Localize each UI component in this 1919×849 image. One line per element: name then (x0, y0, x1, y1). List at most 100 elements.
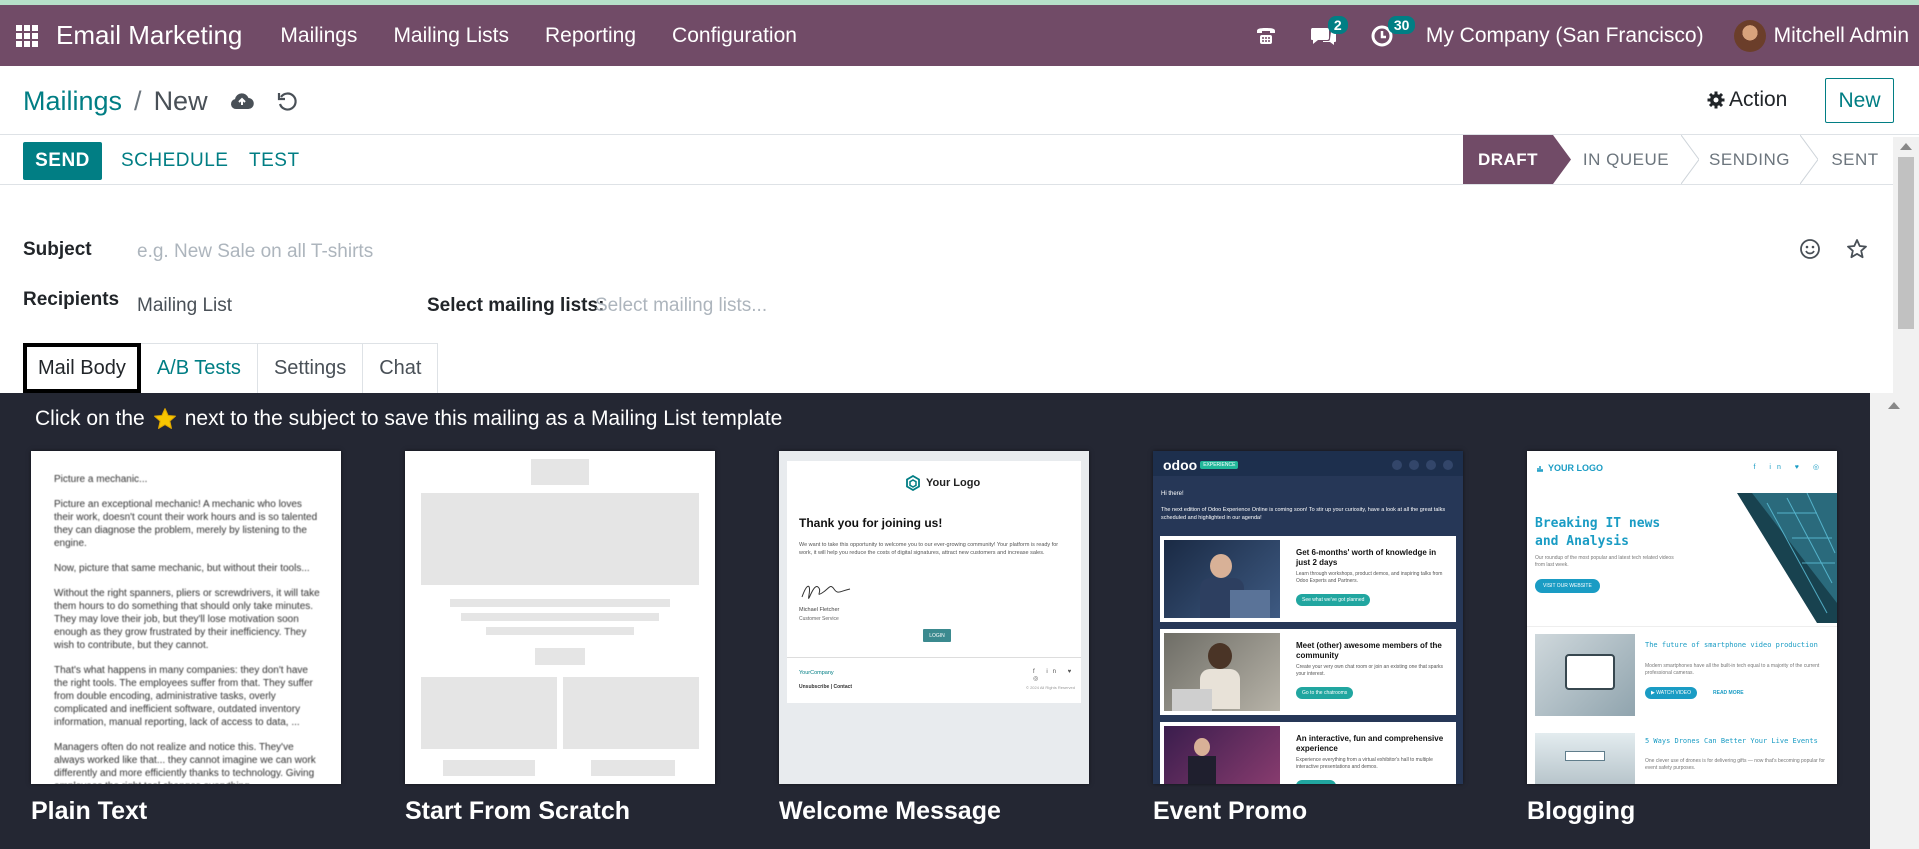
welcome-footer-copy: © 2024 All Rights Reserved (1026, 685, 1075, 690)
preview-paragraph: Now, picture that same mechanic, but wit… (54, 563, 310, 574)
template-name-start-from-scratch[interactable]: Start From Scratch (405, 797, 630, 826)
breadcrumb-current: New (153, 86, 208, 116)
page-scrollbar[interactable] (1893, 137, 1919, 393)
save-cloud-icon[interactable] (230, 92, 254, 112)
mailing-lists-input[interactable]: Select mailing lists... (595, 295, 767, 317)
user-name: Mitchell Admin (1773, 23, 1909, 47)
stage-in-queue-label: IN QUEUE (1582, 149, 1670, 169)
event-card-title: An interactive, fun and comprehensive ex… (1296, 734, 1444, 753)
stage-draft[interactable]: DRAFT (1463, 135, 1571, 184)
preview-paragraph: Without the right spanners, pliers or sc… (54, 588, 320, 651)
tab-chat[interactable]: Chat (363, 343, 439, 393)
preview-paragraph: That's what happens in many companies: t… (54, 665, 313, 728)
welcome-logo-text: Your Logo (926, 477, 981, 489)
event-logo-tag: EXPERIENCE (1200, 461, 1239, 469)
plain-text-preview: Picture a mechanic... Picture an excepti… (54, 473, 321, 784)
event-card-button (1296, 780, 1336, 784)
event-card-text: Experience everything from a virtual exh… (1296, 757, 1433, 770)
event-intro: The next edition of Odoo Experience Onli… (1161, 507, 1446, 521)
blog-article-text: Modern smartphones have all the built-in… (1645, 663, 1820, 676)
event-card-button: See what we've got planned (1296, 594, 1371, 606)
body-scrollbar[interactable] (1870, 393, 1919, 849)
breadcrumb-mailings[interactable]: Mailings (23, 86, 122, 117)
blog-watch-video-button: ▶ WATCH VIDEO (1645, 687, 1697, 699)
menu-mailing-lists[interactable]: Mailing Lists (375, 24, 527, 48)
signature-icon (801, 585, 851, 599)
event-greeting: Hi there! (1161, 491, 1184, 497)
tab-ab-tests[interactable]: A/B Tests (140, 343, 258, 393)
event-card-text: Create your very own chat room or join a… (1296, 664, 1444, 677)
blog-article-text: One clever use of drones is for deliveri… (1645, 758, 1825, 771)
blog-read-more: READ MORE (1713, 690, 1744, 696)
menu-mailings[interactable]: Mailings (262, 24, 375, 48)
subject-input[interactable]: e.g. New Sale on all T-shirts (137, 241, 1737, 263)
app-name[interactable]: Email Marketing (56, 20, 242, 51)
preview-paragraph: Picture an exceptional mechanic! A mecha… (54, 499, 318, 549)
recipients-label: Recipients (23, 289, 120, 310)
blog-article-title: The future of smartphone video productio… (1645, 641, 1818, 649)
template-name-event-promo[interactable]: Event Promo (1153, 797, 1307, 826)
messages-badge: 2 (1327, 15, 1348, 34)
send-button[interactable]: SEND (23, 142, 102, 180)
user-menu[interactable]: Mitchell Admin (1733, 19, 1909, 52)
template-hint: Click on the next to the subject to save… (35, 407, 782, 431)
test-button[interactable]: TEST (249, 142, 300, 180)
company-switcher[interactable]: My Company (San Francisco) (1426, 24, 1704, 48)
star-icon[interactable] (1846, 238, 1868, 265)
blog-logo-text: YOUR LOGO (1548, 463, 1604, 473)
blog-visit-button: VISIT OUR WEBSITE (1535, 579, 1600, 593)
tab-settings[interactable]: Settings (257, 343, 364, 393)
template-event-promo[interactable]: odoo EXPERIENCE Hi there! The next editi… (1153, 451, 1463, 784)
logo-icon (906, 475, 920, 491)
menu-configuration[interactable]: Configuration (654, 24, 815, 48)
blog-subtext: Our roundup of the most popular and late… (1535, 555, 1674, 568)
stage-sent-label: SENT (1831, 149, 1879, 169)
action-button[interactable]: Action (1707, 88, 1787, 112)
welcome-footer-company: YourCompany (799, 670, 834, 676)
emoji-icon[interactable] (1799, 238, 1821, 265)
welcome-footer-links: Unsubscribe | Contact (799, 684, 853, 690)
template-welcome-message[interactable]: Your Logo Thank you for joining us! We w… (779, 451, 1089, 784)
event-social-icons (1392, 460, 1453, 470)
activities-icon[interactable]: 30 (1370, 15, 1416, 48)
blog-hero-image (1737, 493, 1837, 623)
template-plain-text[interactable]: Picture a mechanic... Picture an excepti… (31, 451, 341, 784)
stage-in-queue[interactable]: IN QUEUE (1553, 135, 1699, 184)
tab-mail-body[interactable]: Mail Body (23, 343, 141, 393)
template-name-blogging[interactable]: Blogging (1527, 797, 1635, 826)
welcome-body: We want to take this opportunity to welc… (799, 542, 1059, 556)
discard-undo-icon[interactable] (276, 91, 298, 113)
event-card-text: Learn through workshops, product demos, … (1296, 571, 1443, 584)
blog-watch-video-label: WATCH VIDEO (1656, 690, 1691, 696)
avatar (1733, 19, 1766, 52)
blog-article-title: 5 Ways Drones Can Better Your Live Event… (1645, 737, 1818, 745)
welcome-heading: Thank you for joining us! (799, 516, 943, 530)
template-chooser: Click on the next to the subject to save… (0, 393, 1870, 849)
template-name-plain-text[interactable]: Plain Text (31, 797, 147, 826)
template-blogging[interactable]: YOUR LOGO f in ♥ ◎ Breaking IT news and … (1527, 451, 1837, 784)
hint-text-before: Click on the (35, 407, 145, 430)
scrollbar-thumb[interactable] (1898, 157, 1914, 329)
phone-icon[interactable] (1254, 24, 1278, 48)
scroll-up-icon[interactable] (1888, 402, 1900, 409)
welcome-signer: Michael Fletcher (799, 607, 840, 613)
messages-icon[interactable]: 2 (1310, 15, 1348, 48)
schedule-button[interactable]: SCHEDULE (121, 142, 228, 180)
scroll-up-icon[interactable] (1900, 143, 1912, 150)
template-name-welcome-message[interactable]: Welcome Message (779, 797, 1001, 826)
breadcrumb-separator: / (134, 86, 142, 116)
stage-draft-label: DRAFT (1477, 149, 1539, 169)
template-start-from-scratch[interactable] (405, 451, 715, 784)
event-card-title: Get 6-months' worth of knowledge in just… (1296, 548, 1437, 567)
logo-icon (1537, 466, 1543, 472)
apps-menu-icon[interactable] (16, 24, 38, 47)
event-logo: odoo (1163, 457, 1198, 473)
blog-social-icons: f in ♥ ◎ (1753, 464, 1825, 471)
recipients-select[interactable]: Mailing List (137, 295, 232, 317)
welcome-login-button: LOGIN (923, 629, 951, 642)
social-icons: f in ♥ ◎ (1033, 669, 1077, 682)
stage-pipeline: DRAFT IN QUEUE SENDING SENT (1463, 135, 1892, 184)
menu-reporting[interactable]: Reporting (527, 24, 654, 48)
mailing-lists-label: Select mailing lists: (427, 295, 605, 316)
new-button[interactable]: New (1825, 78, 1894, 123)
